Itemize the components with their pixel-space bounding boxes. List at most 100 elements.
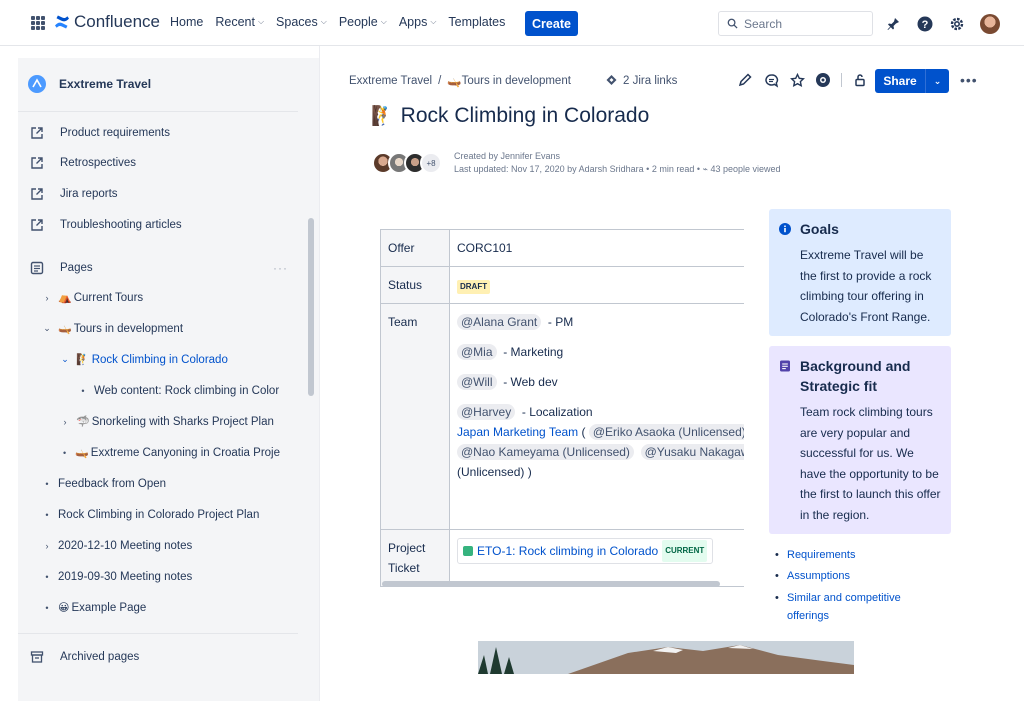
comment-icon[interactable] — [763, 72, 779, 88]
sidebar-border — [319, 46, 320, 701]
search-input[interactable]: Search — [718, 11, 873, 36]
team-group-link[interactable]: Japan Marketing Team — [457, 425, 578, 439]
chevron-right-icon[interactable]: › — [40, 541, 54, 551]
bullet-icon: • — [62, 447, 67, 458]
background-title: Background and Strategic fit — [800, 358, 911, 394]
breadcrumb-space[interactable]: Exxtreme Travel — [349, 75, 432, 87]
jira-issue-link[interactable]: ETO-1: Rock climbing in Colorado CURRENT — [457, 538, 714, 564]
tree-item-label: Rock Climbing in Colorado — [91, 353, 228, 366]
user-mention[interactable]: @Alana Grant — [457, 314, 542, 330]
page-actions — [737, 72, 868, 88]
page-title-row: 🧗 Rock Climbing in Colorado — [371, 104, 649, 128]
bullet-icon: • — [45, 572, 49, 582]
shortcut-jira-reports[interactable]: Jira reports — [30, 187, 118, 201]
tree-item-label: Current Tours — [73, 291, 144, 304]
shortcut-troubleshooting[interactable]: Troubleshooting articles — [30, 218, 182, 232]
nav-spaces-label: Spaces — [276, 15, 318, 29]
chevron-right-icon[interactable]: › — [58, 417, 72, 427]
chevron-down-icon[interactable]: ⌄ — [40, 323, 54, 334]
tree-item-current-tours[interactable]: › ⛺ Current Tours — [40, 291, 144, 305]
tree-item-label: Snorkeling with Sharks Project Plan — [91, 415, 274, 428]
tree-item-feedback-from-open[interactable]: • Feedback from Open — [40, 478, 166, 490]
more-actions-icon[interactable]: ••• — [960, 72, 978, 88]
tree-item-snorkeling-sharks[interactable]: › 🦈 Snorkeling with Sharks Project Plan — [58, 415, 280, 429]
shortcut-label: Retrospectives — [60, 157, 137, 169]
user-mention[interactable]: @Will — [457, 374, 497, 390]
nav-recent[interactable]: Recent ⌵ — [215, 15, 264, 29]
chevron-down-icon[interactable]: ⌄ — [925, 69, 949, 93]
tree-item-meeting-notes-2020[interactable]: › 2020-12-10 Meeting notes — [40, 540, 193, 552]
space-logo-icon — [28, 75, 46, 93]
user-mention[interactable]: @Mia — [457, 344, 497, 360]
archived-pages-link[interactable]: Archived pages — [30, 650, 139, 664]
chevron-down-icon: ⌵ — [430, 17, 437, 26]
breadcrumb: Exxtreme Travel / 🛶 Tours in development — [349, 74, 571, 88]
sidebar-scrollbar[interactable] — [308, 218, 314, 396]
user-mention[interactable]: @Harvey — [457, 404, 516, 420]
confluence-logo-icon — [55, 15, 69, 29]
more-contributors-badge[interactable]: +8 — [420, 152, 442, 174]
create-button[interactable]: Create — [525, 11, 578, 36]
tree-item-label: Rock Climbing in Colorado Project Plan — [58, 509, 260, 521]
tree-item-example-page[interactable]: • 😀 Example Page — [40, 601, 146, 615]
tree-item-meeting-notes-2019[interactable]: • 2019-09-30 Meeting notes — [40, 571, 192, 583]
table-row: Team @Alana Grant - PM @Mia - Marketing … — [380, 303, 744, 530]
chevron-down-icon: ⌵ — [380, 17, 387, 26]
link-assumptions[interactable]: Assumptions — [773, 566, 923, 587]
climber-emoji-icon: 🧗 — [371, 106, 395, 127]
note-icon — [780, 360, 790, 372]
star-icon[interactable] — [789, 72, 805, 88]
tree-item-rock-climbing-colorado[interactable]: ⌄ 🧗 Rock Climbing in Colorado — [58, 353, 228, 367]
settings-gear-icon[interactable] — [948, 15, 966, 33]
nav-spaces[interactable]: Spaces ⌵ — [276, 15, 327, 29]
tree-item-web-content[interactable]: • Web content: Rock climbing in Color — [76, 385, 280, 397]
space-header[interactable]: Exxtreme Travel — [28, 75, 151, 93]
nav-people-label: People — [338, 15, 378, 29]
help-icon[interactable]: ? — [916, 15, 934, 33]
jira-links[interactable]: 2 Jira links — [605, 74, 677, 87]
user-mention[interactable]: @Nao Kameyama (Unlicensed) — [457, 444, 634, 460]
contributors-avatars[interactable]: +8 — [372, 152, 442, 174]
nav-home[interactable]: Home — [170, 15, 203, 29]
last-updated[interactable]: Last updated: Nov 17, 2020 by Adarsh Sri… — [454, 164, 644, 174]
shortcut-product-requirements[interactable]: Product requirements — [30, 126, 170, 140]
shortcut-retrospectives[interactable]: Retrospectives — [30, 156, 136, 170]
user-mention[interactable]: @Yusaku Nakagawa — [640, 444, 744, 460]
restrictions-unlock-icon[interactable] — [852, 72, 868, 88]
edit-pencil-icon[interactable] — [737, 72, 753, 88]
team-role: - Marketing — [503, 345, 564, 359]
table-key: Project Ticket — [380, 529, 450, 587]
nav-apps[interactable]: Apps ⌵ — [399, 15, 437, 29]
app-switcher-icon[interactable] — [31, 16, 45, 30]
climber-emoji-icon: 🧗 — [76, 354, 90, 366]
table-horizontal-scrollbar[interactable] — [382, 581, 720, 587]
share-button[interactable]: Share ⌄ — [875, 69, 949, 93]
ticket-label: ETO-1: Rock climbing in Colorado — [477, 544, 659, 558]
read-time: 2 min read — [651, 164, 695, 174]
page-views[interactable]: 43 people viewed — [710, 164, 780, 174]
watch-eye-icon[interactable] — [815, 72, 831, 88]
user-mention[interactable]: @Eriko Asaoka (Unlicensed) — [588, 424, 744, 440]
canoe-emoji-icon: 🛶 — [75, 447, 89, 459]
chevron-right-icon[interactable]: › — [40, 293, 54, 303]
team-group-tail: (Unlicensed) ) — [457, 465, 532, 479]
table-row: Offer CORC101 — [380, 229, 744, 267]
chevron-down-icon[interactable]: ⌄ — [58, 354, 72, 365]
notifications-icon[interactable] — [884, 15, 902, 33]
user-avatar[interactable] — [980, 14, 1000, 34]
team-cell: @Alana Grant - PM @Mia - Marketing @Will… — [449, 303, 744, 530]
nav-apps-label: Apps — [398, 15, 428, 29]
tree-item-rock-climbing-project-plan[interactable]: • Rock Climbing in Colorado Project Plan — [40, 509, 259, 521]
tree-item-tours-in-development[interactable]: ⌄ 🛶 Tours in development — [40, 322, 183, 336]
more-actions-icon[interactable]: ··· — [273, 261, 288, 275]
pages-section-header[interactable]: Pages ··· — [30, 261, 288, 275]
link-similar-offerings[interactable]: Similar and competitive offerings — [773, 589, 923, 625]
link-requirements[interactable]: Requirements — [773, 545, 923, 566]
nav-people[interactable]: People ⌵ — [339, 15, 387, 29]
page-title: Rock Climbing in Colorado — [400, 104, 650, 127]
ticket-status-badge: CURRENT — [662, 540, 708, 562]
tree-item-canyoning-croatia[interactable]: • 🛶 Exxtreme Canyoning in Croatia Proje — [58, 446, 280, 460]
breadcrumb-parent[interactable]: Tours in development — [462, 75, 571, 87]
nav-templates[interactable]: Templates — [448, 15, 505, 29]
confluence-logo[interactable]: Confluence — [54, 12, 160, 32]
